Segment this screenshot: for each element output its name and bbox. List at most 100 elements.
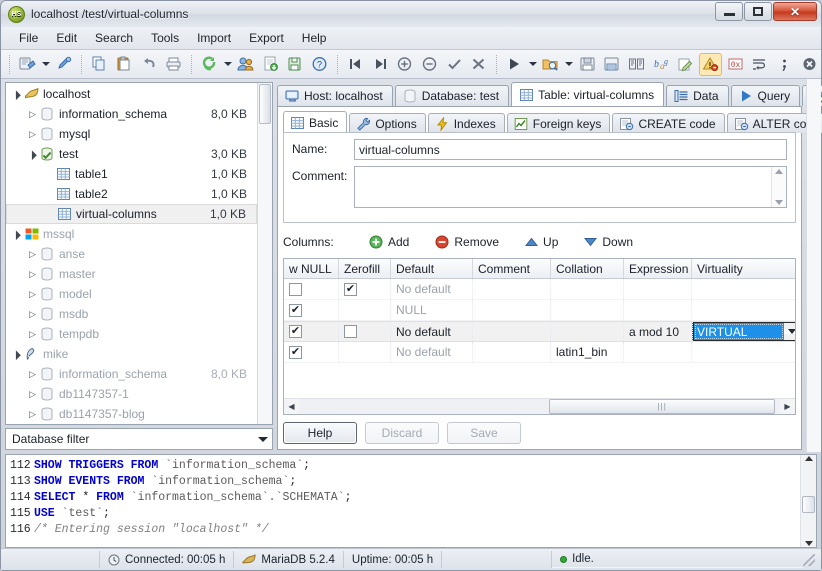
grid-cell-virtuality[interactable] [692,279,795,299]
grid-cell-collation[interactable] [551,279,624,299]
delete-row-icon[interactable] [418,53,442,76]
grid-header-allow-null[interactable]: w NULL [284,259,339,278]
discard-button[interactable]: Discard [365,422,439,444]
tree-node-tempdb[interactable]: tempdb [6,324,257,344]
right-edge-scrollbar[interactable] [806,79,821,452]
new-session-icon[interactable] [52,53,76,76]
find-replace-icon[interactable] [625,53,649,76]
grid-cell-zerofill[interactable]: ✔ [339,279,391,299]
grid-cell-allow-null[interactable] [284,279,339,299]
cancel-icon[interactable] [467,53,491,76]
tree-node-mike[interactable]: mike [6,344,257,364]
grid-horizontal-scrollbar[interactable]: ◀ ||| ▶ [284,398,795,414]
tab-table-virtual-columns[interactable]: Table: virtual-columns [511,82,665,106]
checkbox-allow-null[interactable]: ✔ [289,303,302,317]
chevron-down-icon[interactable] [784,329,795,334]
resize-grip[interactable] [803,553,815,566]
grid-cell-allow-null[interactable]: ✔ [284,322,339,341]
tree-node-virtual-columns[interactable]: virtual-columns 1,0 KB [6,204,257,224]
grid-cell-zerofill[interactable] [339,342,391,362]
grid-cell-zerofill[interactable] [339,322,391,341]
sql-log-scroll-track[interactable] [801,461,816,541]
hex-icon[interactable]: 0x [723,53,747,76]
expand-icon[interactable] [26,249,39,260]
tree-node-model[interactable]: model [6,284,257,304]
help-button[interactable]: Help [283,422,357,444]
maximize-button[interactable] [744,2,772,21]
subtab-basic[interactable]: Basic [283,111,348,133]
tree-vertical-scrollbar[interactable] [257,83,272,424]
grid-scroll-track[interactable]: ||| [299,399,780,414]
subtab-options[interactable]: Options [349,113,426,133]
sql-log-scroll-thumb[interactable] [802,496,815,514]
tree-node-mysql[interactable]: mysql [6,124,257,144]
export-db-icon[interactable] [259,53,283,76]
expand-icon[interactable] [26,289,39,300]
comment-scrollbar[interactable] [771,167,786,207]
expand-icon[interactable] [26,409,39,420]
tree-node-msdb[interactable]: msdb [6,304,257,324]
help-icon[interactable]: ? [308,53,332,76]
table-row[interactable]: ✔ No default [284,279,795,300]
menu-item-edit[interactable]: Edit [47,28,86,48]
grid-cell-default[interactable]: No default [391,342,473,362]
first-row-icon[interactable] [344,53,368,76]
comment-text-area[interactable] [355,167,771,207]
collapse-icon[interactable] [10,349,23,360]
grid-header-virtuality[interactable]: Virtuality [692,259,795,278]
expand-icon[interactable] [26,369,39,380]
menu-item-search[interactable]: Search [86,28,142,48]
expand-icon[interactable] [26,309,39,320]
tree-node-table2[interactable]: table2 1,0 KB [6,184,257,204]
grid-cell-expression[interactable] [624,300,692,320]
edit-icon[interactable] [674,53,698,76]
grid-cell-collation[interactable] [551,300,624,320]
tree-node-information-schema[interactable]: information_schema 8,0 KB [6,104,257,124]
open-file-icon[interactable] [539,53,563,76]
table-row[interactable]: ✔ No default a mod 10 VIRTUAL [284,321,795,342]
tab-query[interactable]: Query [730,85,801,106]
database-tree[interactable]: localhost information_schema 8,0 KB mysql te… [6,83,257,424]
menu-item-file[interactable]: File [10,28,47,48]
copy-icon[interactable] [88,53,112,76]
columns-grid-header[interactable]: w NULL Zerofill Default Comment Collation Exp… [284,259,795,279]
expand-icon[interactable] [26,109,39,120]
grid-cell-default[interactable]: No default [391,279,473,299]
grid-cell-comment[interactable] [473,279,551,299]
columns-grid-body[interactable]: ✔ No default ✔ NULL ✔ No default a mod 10 VIRTU… [284,279,795,398]
collapse-icon[interactable] [26,149,39,160]
insert-row-icon[interactable] [393,53,417,76]
grid-scroll-thumb[interactable]: ||| [549,399,776,414]
table-subtab-strip[interactable]: Basic Options Indexes Foreign keys CREATE co… [283,111,822,133]
table-comment-input[interactable] [354,166,787,208]
database-filter-combo[interactable]: Database filter [5,428,273,450]
save-button[interactable]: Save [447,422,521,444]
grid-header-default[interactable]: Default [391,259,473,278]
stop-on-error-icon[interactable] [698,52,723,76]
checkbox-zerofill[interactable] [344,325,357,338]
menu-item-tools[interactable]: Tools [142,28,188,48]
grid-cell-expression[interactable]: a mod 10 [624,322,692,341]
grid-header-comment[interactable]: Comment [473,259,551,278]
grid-cell-virtuality[interactable]: VIRTUAL [692,322,795,341]
grid-header-expression[interactable]: Expression [624,259,692,278]
grid-cell-virtuality[interactable] [692,342,795,362]
refresh-icon[interactable] [198,53,222,76]
add-column-button[interactable]: Add [369,235,409,249]
grid-header-collation[interactable]: Collation [551,259,624,278]
grid-cell-comment[interactable] [473,342,551,362]
menu-item-export[interactable]: Export [240,28,293,48]
grid-cell-zerofill[interactable] [339,300,391,320]
main-tab-strip[interactable]: Host: localhost Database: test Table: virt… [277,82,822,106]
scroll-down-icon[interactable] [775,200,783,205]
tree-node-information-schema[interactable]: information_schema 8,0 KB [6,364,257,384]
tree-node-anse[interactable]: anse [6,244,257,264]
minimize-button[interactable] [715,2,743,21]
tree-node-table1[interactable]: table1 1,0 KB [6,164,257,184]
expand-icon[interactable] [26,389,39,400]
tree-node-db1147357-blog[interactable]: db1147357-blog [6,404,257,424]
tree-scrollbar-thumb[interactable] [259,84,271,124]
checkbox-allow-null[interactable]: ✔ [289,345,302,359]
tree-node-localhost[interactable]: localhost [6,84,257,104]
save-as-icon[interactable] [600,53,624,76]
